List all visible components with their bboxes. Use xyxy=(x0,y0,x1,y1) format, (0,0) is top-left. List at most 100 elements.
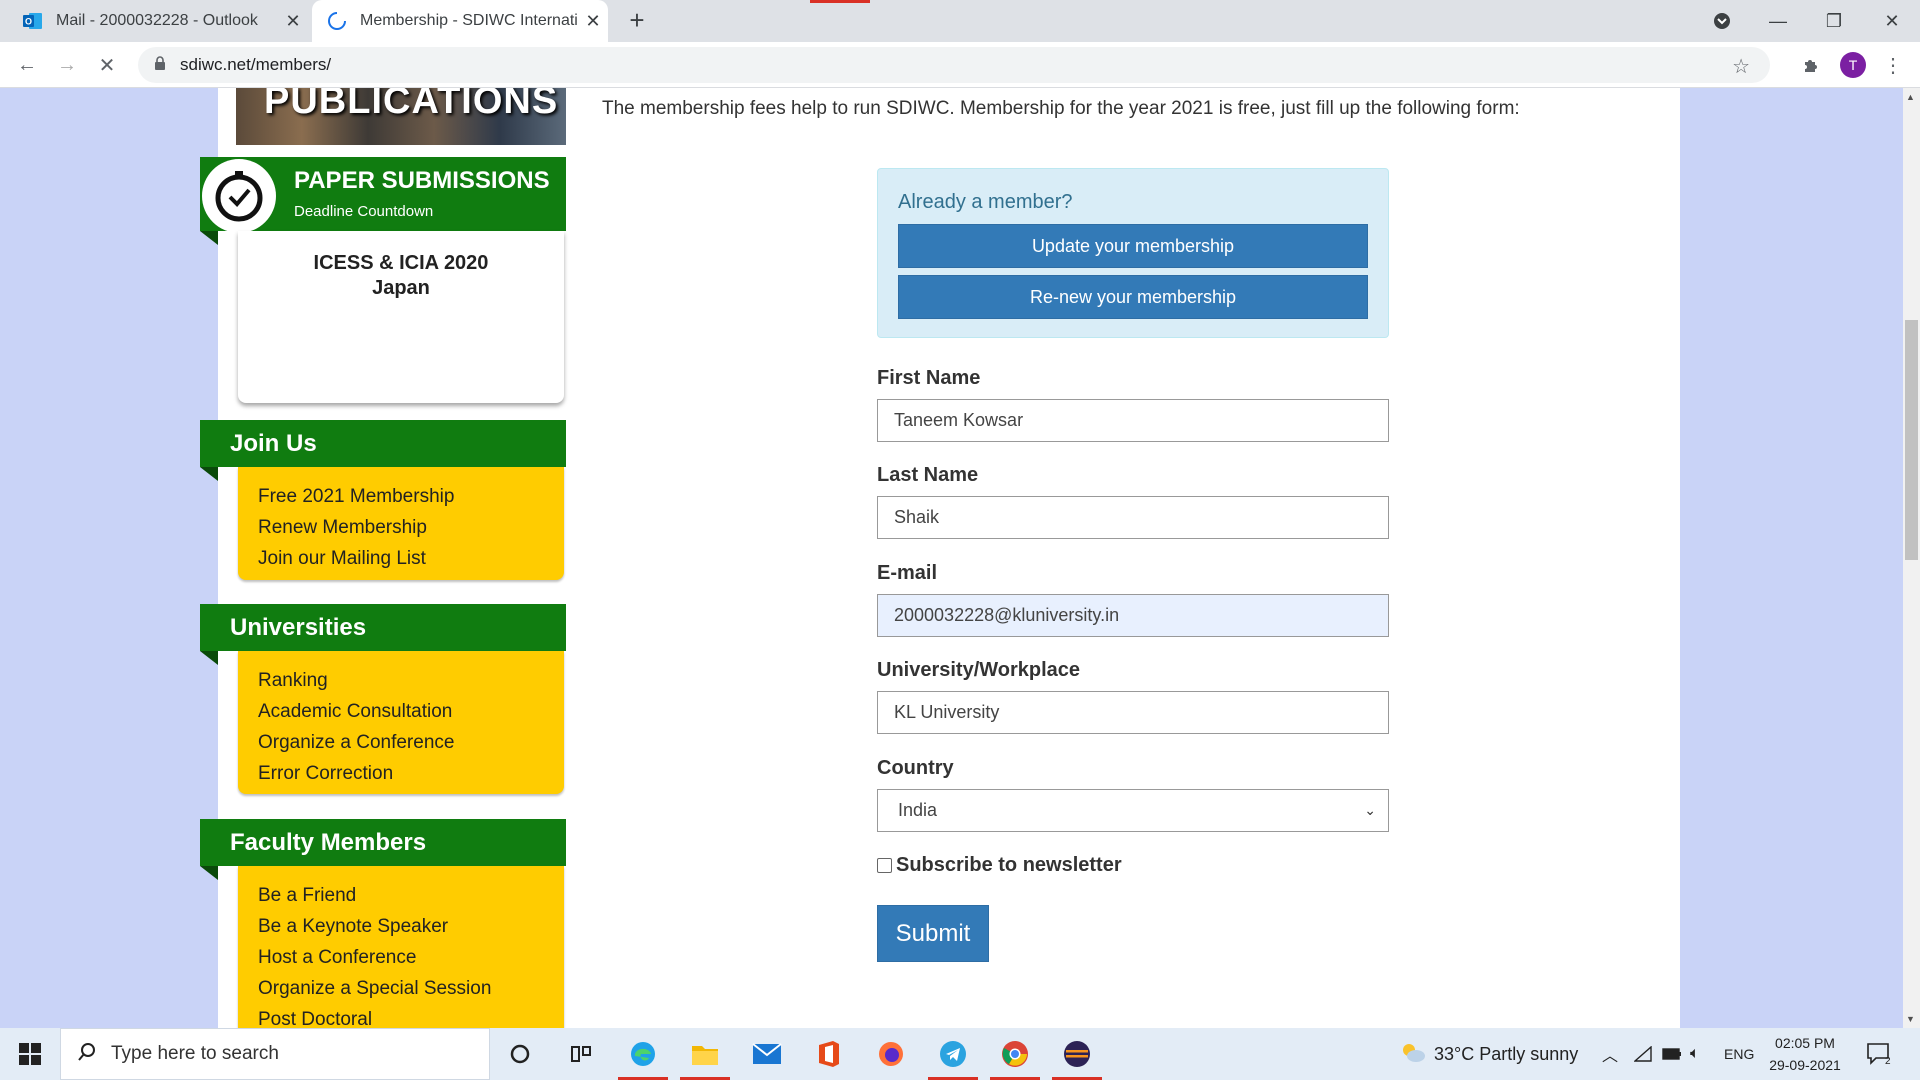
deadline-countdown-label: Deadline Countdown xyxy=(294,203,434,220)
close-window-icon[interactable]: ✕ xyxy=(1864,0,1920,42)
search-icon xyxy=(77,1042,97,1067)
firefox-icon[interactable] xyxy=(860,1028,922,1080)
clock-date: 29-09-2021 xyxy=(1769,1057,1841,1073)
scroll-up-icon[interactable]: ▲ xyxy=(1906,92,1915,102)
edge-icon[interactable] xyxy=(612,1028,674,1080)
tab-loading-indicator xyxy=(810,0,870,3)
first-name-field[interactable]: Taneem Kowsar xyxy=(877,399,1389,442)
newsletter-checkbox[interactable] xyxy=(877,858,892,873)
new-tab-button[interactable]: + xyxy=(622,6,652,36)
tray-chevron-up-icon[interactable]: ︿ xyxy=(1602,1028,1618,1080)
renew-membership-button[interactable]: Re-new your membership xyxy=(898,275,1368,319)
link-error-correction[interactable]: Error Correction xyxy=(258,758,564,789)
search-placeholder: Type here to search xyxy=(111,1043,279,1064)
restore-icon[interactable]: ❐ xyxy=(1806,0,1862,42)
tab-title: Membership - SDIWC Internation xyxy=(360,12,578,29)
browser-tab-bar: O Mail - 2000032228 - Outlook ✕ Membersh… xyxy=(0,0,1920,42)
scroll-down-icon[interactable]: ▼ xyxy=(1906,1014,1915,1024)
page-scrollbar[interactable]: ▲ ▼ xyxy=(1903,88,1920,1028)
taskbar-search-box[interactable]: Type here to search xyxy=(60,1028,490,1080)
newsletter-label: Subscribe to newsletter xyxy=(896,854,1122,876)
eclipse-icon[interactable] xyxy=(1046,1028,1108,1080)
notification-count: 2 xyxy=(1885,1056,1891,1066)
join-us-header: Join Us xyxy=(200,420,566,481)
link-keynote-speaker[interactable]: Be a Keynote Speaker xyxy=(258,911,564,942)
browser-menu-icon[interactable]: ⋮ xyxy=(1878,50,1908,80)
stopwatch-icon xyxy=(202,159,276,233)
link-host-conference[interactable]: Host a Conference xyxy=(258,942,564,973)
minimize-icon[interactable]: — xyxy=(1750,0,1806,42)
first-name-label: First Name xyxy=(877,367,981,389)
faculty-members-menu: Be a Friend Be a Keynote Speaker Host a … xyxy=(238,866,564,1028)
lock-icon xyxy=(154,55,166,75)
back-icon[interactable]: ← xyxy=(12,50,42,80)
link-ranking[interactable]: Ranking xyxy=(258,665,564,696)
country-selected-value: India xyxy=(898,800,938,820)
stop-loading-icon[interactable]: ✕ xyxy=(92,50,122,80)
universities-title: Universities xyxy=(230,614,367,641)
mail-icon[interactable] xyxy=(736,1028,798,1080)
tab-sdiwc[interactable]: Membership - SDIWC Internation ✕ xyxy=(312,0,608,42)
ribbon-fold xyxy=(200,231,218,245)
faculty-members-header: Faculty Members xyxy=(200,819,566,880)
weather-widget[interactable]: 33°C Partly sunny xyxy=(1400,1028,1578,1080)
web-page: PUBLICATIONS PAPER SUBMISSIONS Deadline … xyxy=(0,88,1920,1028)
country-select[interactable]: India ⌄ xyxy=(877,789,1389,832)
battery-icon[interactable] xyxy=(1662,1028,1682,1080)
link-be-a-friend[interactable]: Be a Friend xyxy=(258,880,564,911)
link-post-doctoral[interactable]: Post Doctoral xyxy=(258,1004,564,1028)
paper-submissions-header: PAPER SUBMISSIONS Deadline Countdown xyxy=(200,157,566,245)
extensions-icon[interactable] xyxy=(1796,50,1826,80)
universities-header: Universities xyxy=(200,604,566,665)
university-field[interactable]: KL University xyxy=(877,691,1389,734)
scrollbar-thumb[interactable] xyxy=(1905,320,1918,560)
language-indicator[interactable]: ENG xyxy=(1724,1028,1754,1080)
link-organize-conference[interactable]: Organize a Conference xyxy=(258,727,564,758)
file-explorer-icon[interactable] xyxy=(674,1028,736,1080)
conference-location: Japan xyxy=(372,277,430,299)
tab-outlook[interactable]: O Mail - 2000032228 - Outlook ✕ xyxy=(0,0,308,42)
profile-avatar[interactable]: T xyxy=(1840,52,1866,78)
system-clock[interactable]: 02:05 PM 29-09-2021 xyxy=(1760,1032,1850,1076)
chrome-icon[interactable] xyxy=(984,1028,1046,1080)
email-field[interactable]: 2000032228@kluniversity.in xyxy=(877,594,1389,637)
windows-taskbar: Type here to search 33°C Partly sunny ︿ xyxy=(0,1028,1920,1080)
forward-icon[interactable]: → xyxy=(52,50,82,80)
link-special-session[interactable]: Organize a Special Session xyxy=(258,973,564,1004)
close-tab-icon[interactable]: ✕ xyxy=(278,11,308,32)
outlook-icon: O xyxy=(22,10,44,32)
telegram-icon[interactable] xyxy=(922,1028,984,1080)
newsletter-row: Subscribe to newsletter xyxy=(877,854,1122,877)
cortana-icon[interactable] xyxy=(489,1028,551,1080)
task-view-icon[interactable] xyxy=(550,1028,612,1080)
url-text: sdiwc.net/members/ xyxy=(180,55,332,74)
loading-spinner-icon xyxy=(326,10,348,32)
omnibox[interactable]: sdiwc.net/members/ ☆ xyxy=(138,47,1770,83)
universities-menu: Ranking Academic Consultation Organize a… xyxy=(238,651,564,794)
publications-banner[interactable]: PUBLICATIONS xyxy=(236,88,566,145)
office-icon[interactable] xyxy=(798,1028,860,1080)
partly-sunny-icon xyxy=(1400,1041,1426,1068)
submit-button[interactable]: Submit xyxy=(877,905,989,962)
network-icon[interactable] xyxy=(1634,1028,1652,1080)
notifications-icon[interactable]: 2 xyxy=(1866,1028,1892,1080)
close-tab-icon[interactable]: ✕ xyxy=(578,11,608,32)
volume-icon[interactable]: 🔈︎ xyxy=(1690,1028,1700,1080)
countdown-card: ICESS & ICIA 2020 Japan xyxy=(238,231,564,403)
link-renew-membership[interactable]: Renew Membership xyxy=(258,512,564,543)
link-free-membership[interactable]: Free 2021 Membership xyxy=(258,481,564,512)
tab-search-icon[interactable] xyxy=(1694,0,1750,42)
bookmark-star-icon[interactable]: ☆ xyxy=(1732,54,1750,79)
join-us-title: Join Us xyxy=(230,430,317,457)
email-label: E-mail xyxy=(877,562,938,584)
link-mailing-list[interactable]: Join our Mailing List xyxy=(258,543,564,574)
ribbon-fold xyxy=(200,651,218,665)
svg-text:O: O xyxy=(25,17,32,27)
clock-time: 02:05 PM xyxy=(1775,1035,1835,1051)
last-name-field[interactable]: Shaik xyxy=(877,496,1389,539)
link-academic-consultation[interactable]: Academic Consultation xyxy=(258,696,564,727)
membership-intro-text: The membership fees help to run SDIWC. M… xyxy=(602,98,1520,119)
update-membership-button[interactable]: Update your membership xyxy=(898,224,1368,268)
windows-start-icon[interactable] xyxy=(0,1028,60,1080)
faculty-members-title: Faculty Members xyxy=(230,829,427,856)
